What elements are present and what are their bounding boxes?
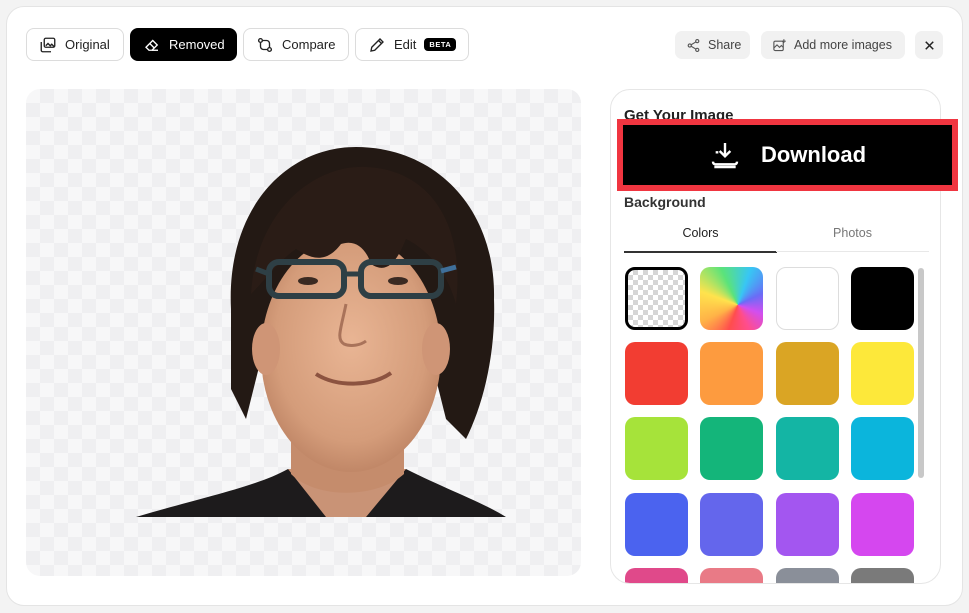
compare-label: Compare bbox=[282, 37, 336, 52]
share-label: Share bbox=[708, 38, 742, 52]
tab-photos[interactable]: Photos bbox=[776, 226, 929, 252]
add-more-images-button[interactable]: Add more images bbox=[761, 31, 905, 59]
swatch-rainbow-gradient[interactable] bbox=[700, 267, 763, 330]
image-preview[interactable] bbox=[26, 89, 581, 576]
swatch-next-row[interactable] bbox=[776, 568, 839, 583]
beta-badge: BETA bbox=[424, 38, 457, 51]
edit-button[interactable]: Edit BETA bbox=[355, 28, 469, 61]
download-label: Download bbox=[760, 142, 867, 167]
original-label: Original bbox=[65, 37, 110, 52]
swatch-next-row[interactable] bbox=[700, 568, 763, 583]
swatch-gold[interactable] bbox=[776, 342, 839, 405]
close-button[interactable] bbox=[915, 31, 943, 59]
edit-label: Edit bbox=[394, 37, 417, 52]
swatch-transparent[interactable] bbox=[625, 267, 688, 330]
compare-button[interactable]: Compare bbox=[243, 28, 349, 61]
swatch-red[interactable] bbox=[625, 342, 688, 405]
share-icon bbox=[687, 38, 700, 52]
swatch-green[interactable] bbox=[700, 417, 763, 480]
swatch-lime[interactable] bbox=[625, 417, 688, 480]
eraser-icon bbox=[145, 39, 159, 51]
original-button[interactable]: Original bbox=[26, 28, 124, 61]
download-button[interactable]: Download bbox=[617, 119, 958, 191]
images-icon bbox=[40, 37, 56, 52]
swatch-black[interactable] bbox=[851, 267, 914, 330]
close-icon bbox=[924, 40, 934, 50]
removed-label: Removed bbox=[169, 37, 225, 52]
swatch-white[interactable] bbox=[776, 267, 839, 330]
compare-icon bbox=[257, 37, 273, 52]
swatch-yellow[interactable] bbox=[851, 342, 914, 405]
download-icon bbox=[711, 143, 739, 169]
subject-photo bbox=[136, 147, 506, 517]
swatch-next-row[interactable] bbox=[851, 568, 914, 583]
add-image-icon bbox=[773, 38, 786, 51]
panel-scrollbar[interactable] bbox=[918, 268, 924, 478]
add-more-label: Add more images bbox=[794, 38, 892, 52]
swatch-teal[interactable] bbox=[776, 417, 839, 480]
swatch-next-row[interactable] bbox=[625, 568, 688, 583]
swatch-indigo[interactable] bbox=[700, 493, 763, 556]
swatch-purple[interactable] bbox=[776, 493, 839, 556]
swatch-blue[interactable] bbox=[625, 493, 688, 556]
background-label: Background bbox=[624, 194, 706, 210]
share-button[interactable]: Share bbox=[675, 31, 750, 59]
swatch-orange[interactable] bbox=[700, 342, 763, 405]
pencil-icon bbox=[370, 37, 384, 52]
swatch-sky[interactable] bbox=[851, 417, 914, 480]
removed-button[interactable]: Removed bbox=[130, 28, 237, 61]
swatch-magenta[interactable] bbox=[851, 493, 914, 556]
tab-colors[interactable]: Colors bbox=[624, 226, 777, 253]
